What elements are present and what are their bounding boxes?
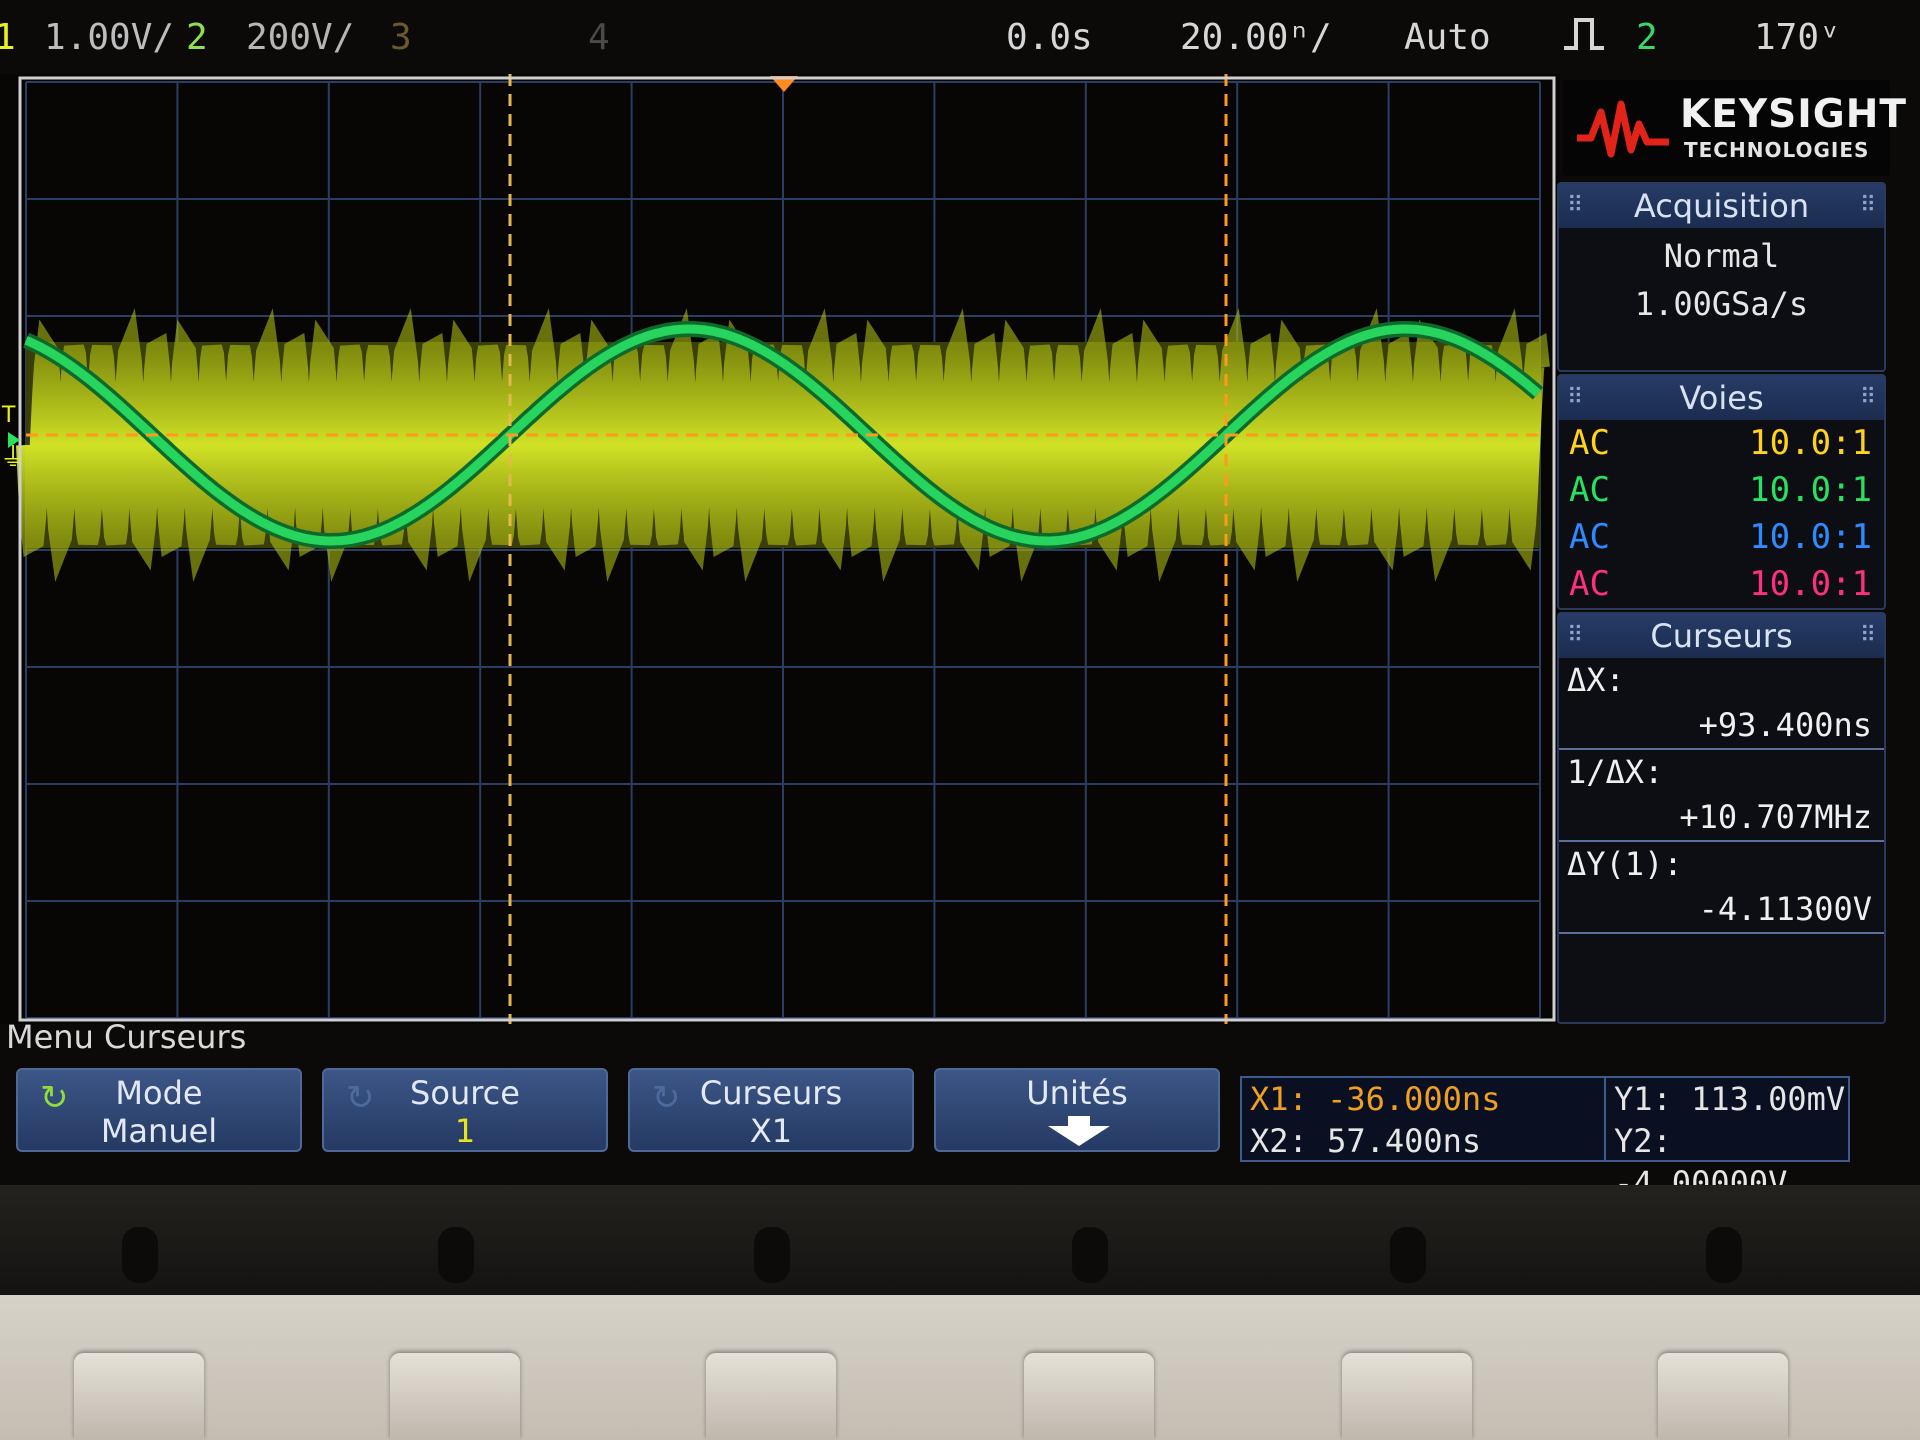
channel-coupling: AC	[1569, 517, 1610, 557]
channels-header: ⠿ Voies ⠿	[1559, 376, 1884, 420]
brand-name: KEYSIGHT	[1680, 92, 1907, 137]
acquisition-rate: 1.00GSa/s	[1634, 285, 1809, 323]
graticule	[25, 81, 1541, 1019]
mode-softkey[interactable]: ↻ Mode Manuel	[16, 1068, 302, 1152]
inverse-delta-x-value: +10.707MHz	[1559, 794, 1884, 842]
ch1-scale[interactable]: 1.00V/	[44, 18, 174, 58]
bezel-notch	[122, 1227, 158, 1283]
channel-probe-ratio: 10.0:1	[1749, 564, 1872, 604]
cursor-readout: X1: -36.000ns X2: 57.400ns Y1: 113.00mV …	[1240, 1076, 1850, 1185]
screen-bezel	[0, 1185, 1920, 1295]
waveform-display[interactable]: T ⏚	[0, 74, 1560, 1024]
channel-probe-ratio: 10.0:1	[1749, 517, 1872, 557]
source-softkey[interactable]: ↻ Source 1	[322, 1068, 608, 1152]
cursors-value: X1	[749, 1112, 793, 1150]
channels-title: Voies	[1679, 379, 1764, 417]
units-softkey[interactable]: Unités	[934, 1068, 1220, 1152]
channels-section[interactable]: ⠿ Voies ⠿ AC 10.0:1 AC 10.0:1 AC 10.0:1 AC 10.0…	[1557, 374, 1886, 610]
mode-value: Manuel	[100, 1112, 218, 1150]
channel-probe-ratio: 10.0:1	[1749, 423, 1872, 463]
cursors-softkey[interactable]: ↻ Curseurs X1	[628, 1068, 914, 1152]
bezel-notch	[1706, 1227, 1742, 1283]
channel-row-1[interactable]: AC 10.0:1	[1559, 420, 1884, 467]
ch1-marker: 1	[0, 17, 16, 58]
mode-label: Mode	[115, 1074, 203, 1112]
source-label: Source	[410, 1074, 520, 1112]
ch1-ground-marker: ⏚	[0, 443, 26, 473]
acquisition-header: ⠿ Acquisition ⠿	[1559, 184, 1884, 228]
y2-readout: Y2: -4.00000V	[1614, 1122, 1788, 1185]
grip-icon: ⠿	[1567, 385, 1584, 410]
acquisition-title: Acquisition	[1633, 187, 1810, 225]
ch3-marker: 3	[390, 17, 412, 58]
trigger-mode[interactable]: Auto	[1404, 18, 1491, 58]
cursors-label: Curseurs	[699, 1074, 843, 1112]
channel-coupling: AC	[1569, 423, 1610, 463]
softkey-hardware-button-6[interactable]	[1658, 1353, 1788, 1440]
acquisition-mode: Normal	[1663, 237, 1780, 275]
x1-readout: X1: -36.000ns	[1250, 1080, 1501, 1118]
channel-coupling: AC	[1569, 564, 1610, 604]
grip-icon: ⠿	[1859, 623, 1876, 648]
delta-x-label: ΔX:	[1567, 661, 1625, 699]
rising-edge-icon	[1562, 14, 1606, 63]
front-panel	[0, 1295, 1920, 1440]
bezel-notch	[438, 1227, 474, 1283]
time-scale[interactable]: 20.00ⁿ/	[1180, 18, 1332, 58]
trigger-level[interactable]: 170ᵛ	[1754, 18, 1841, 58]
x2-readout: X2: 57.400ns	[1250, 1122, 1482, 1160]
side-panel: KEYSIGHT TECHNOLOGIES ⠿ Acquisition ⠿ No…	[1545, 80, 1906, 1030]
ch2-marker: 2	[186, 17, 208, 58]
ch2-scale[interactable]: 200V/	[246, 18, 354, 58]
y1-readout: Y1: 113.00mV	[1614, 1080, 1846, 1118]
oscilloscope-screen: 1 1.00V/ 2 200V/ 3 4 0.0s 20.00ⁿ/ Auto 2…	[0, 0, 1920, 1185]
status-bar: 1 1.00V/ 2 200V/ 3 4 0.0s 20.00ⁿ/ Auto 2…	[0, 0, 1920, 74]
channel-row-2[interactable]: AC 10.0:1	[1559, 467, 1884, 514]
cursors-section[interactable]: ⠿ Curseurs ⠿ ΔX: +93.400ns 1/ΔX: +10.707…	[1557, 612, 1886, 1024]
delta-y-label: ΔY(1):	[1567, 845, 1683, 883]
readout-divider	[1604, 1078, 1606, 1160]
channel-probe-ratio: 10.0:1	[1749, 470, 1872, 510]
cursors-header: ⠿ Curseurs ⠿	[1559, 614, 1884, 658]
channel-row-3[interactable]: AC 10.0:1	[1559, 514, 1884, 561]
trigger-source[interactable]: 2	[1636, 18, 1658, 58]
time-delay[interactable]: 0.0s	[1006, 18, 1093, 58]
bezel-notch	[754, 1227, 790, 1283]
channel-row-4[interactable]: AC 10.0:1	[1559, 561, 1884, 608]
brand-subtitle: TECHNOLOGIES	[1684, 138, 1870, 162]
units-label: Unités	[1026, 1074, 1128, 1112]
grip-icon: ⠿	[1859, 385, 1876, 410]
brand-logo: KEYSIGHT TECHNOLOGIES	[1563, 80, 1906, 176]
grip-icon: ⠿	[1567, 623, 1584, 648]
softkey-hardware-button-2[interactable]	[390, 1353, 520, 1440]
bezel-notch	[1390, 1227, 1426, 1283]
keysight-wave-logo	[1577, 100, 1669, 158]
softkey-hardware-button-1[interactable]	[74, 1353, 204, 1440]
softkey-hardware-button-3[interactable]	[706, 1353, 836, 1440]
trigger-level-marker: T	[1, 403, 16, 428]
softkey-hardware-button-4[interactable]	[1024, 1353, 1154, 1440]
delta-y-value: -4.11300V	[1559, 886, 1884, 934]
menu-title: Menu Curseurs	[6, 1018, 247, 1056]
inverse-delta-x-label: 1/ΔX:	[1567, 753, 1664, 791]
down-arrow-icon	[1048, 1116, 1110, 1146]
delta-x-value: +93.400ns	[1559, 702, 1884, 750]
grip-icon: ⠿	[1567, 193, 1584, 218]
source-value: 1	[454, 1112, 476, 1150]
ch4-marker: 4	[588, 17, 610, 58]
softkey-hardware-button-5[interactable]	[1342, 1353, 1472, 1440]
grip-icon: ⠿	[1859, 193, 1876, 218]
bezel-notch	[1072, 1227, 1108, 1283]
cursors-title: Curseurs	[1650, 617, 1793, 655]
acquisition-section[interactable]: ⠿ Acquisition ⠿ Normal 1.00GSa/s	[1557, 182, 1886, 372]
channel-coupling: AC	[1569, 470, 1610, 510]
